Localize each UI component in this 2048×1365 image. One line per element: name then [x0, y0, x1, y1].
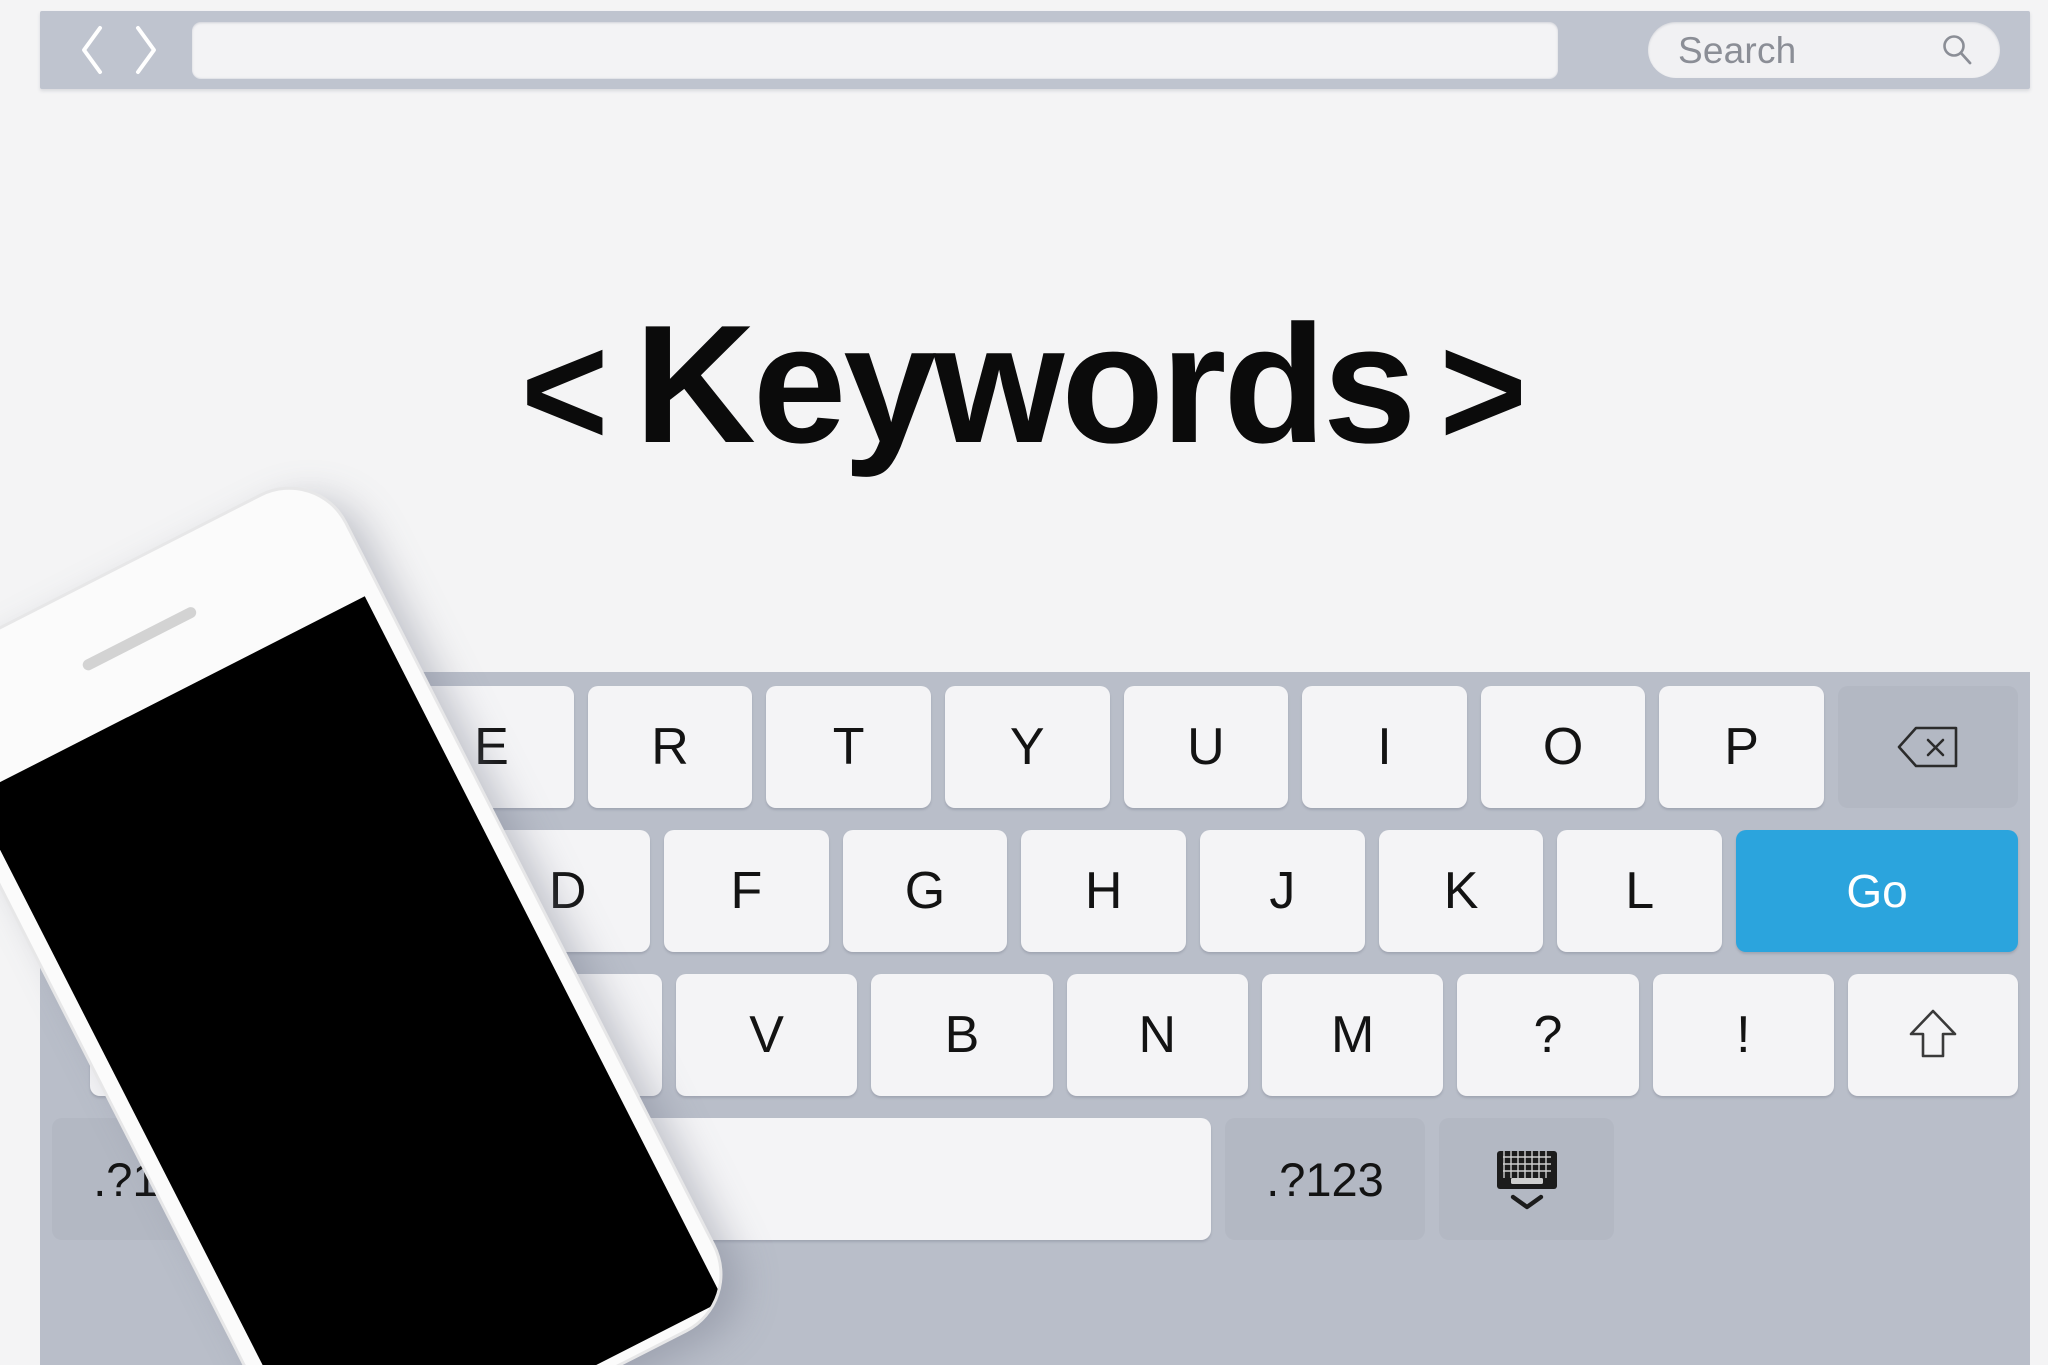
- key-y[interactable]: Y: [944, 686, 1110, 808]
- key-k[interactable]: K: [1378, 830, 1544, 952]
- key-v[interactable]: V: [675, 974, 858, 1096]
- key-l[interactable]: L: [1557, 830, 1723, 952]
- headline-word: Keywords: [634, 290, 1417, 478]
- headline-right-angle: >: [1439, 300, 1528, 480]
- key-h[interactable]: H: [1021, 830, 1187, 952]
- key-f[interactable]: F: [664, 830, 829, 952]
- chevron-left-icon: [82, 26, 102, 74]
- key-numbers-right[interactable]: .?123: [1225, 1118, 1425, 1240]
- url-input[interactable]: [192, 22, 1558, 78]
- shift-arrow-icon: [1909, 1009, 1957, 1058]
- key-hide-keyboard[interactable]: [1439, 1118, 1614, 1240]
- key-m[interactable]: M: [1261, 974, 1444, 1096]
- magnifying-glass-icon: [1943, 35, 1972, 65]
- search-field[interactable]: Search: [1648, 22, 2000, 78]
- forward-button[interactable]: [130, 24, 160, 76]
- phone-earpiece-speaker: [80, 605, 199, 673]
- key-exclamation-mark[interactable]: !: [1652, 974, 1834, 1096]
- screenshot-stage: Search <Keywords> Q W E R T Y U I O P: [0, 0, 2048, 1365]
- key-b[interactable]: B: [871, 974, 1053, 1096]
- page-headline: < Keywords >: [0, 290, 2048, 480]
- key-r[interactable]: R: [587, 686, 753, 808]
- key-shift[interactable]: [1847, 974, 2018, 1096]
- key-backspace[interactable]: [1837, 686, 2018, 808]
- navigation-arrows: [78, 24, 160, 76]
- backspace-icon: [1897, 726, 1958, 768]
- search-icon[interactable]: [1940, 33, 1974, 67]
- headline-left-angle: <: [520, 300, 609, 480]
- key-g[interactable]: G: [842, 830, 1008, 952]
- browser-toolbar: Search: [40, 11, 2030, 89]
- key-go[interactable]: Go: [1736, 830, 2019, 952]
- key-o[interactable]: O: [1480, 686, 1646, 808]
- key-t[interactable]: T: [766, 686, 931, 808]
- key-n[interactable]: N: [1066, 974, 1248, 1096]
- key-question-mark[interactable]: ?: [1457, 974, 1639, 1096]
- key-p[interactable]: P: [1659, 686, 1824, 808]
- chevron-right-icon: [136, 26, 156, 74]
- key-u[interactable]: U: [1123, 686, 1289, 808]
- key-j[interactable]: J: [1200, 830, 1365, 952]
- hide-keyboard-icon: [1496, 1151, 1557, 1210]
- back-button[interactable]: [78, 24, 108, 76]
- search-placeholder-text: Search: [1678, 29, 1797, 71]
- key-i[interactable]: I: [1302, 686, 1467, 808]
